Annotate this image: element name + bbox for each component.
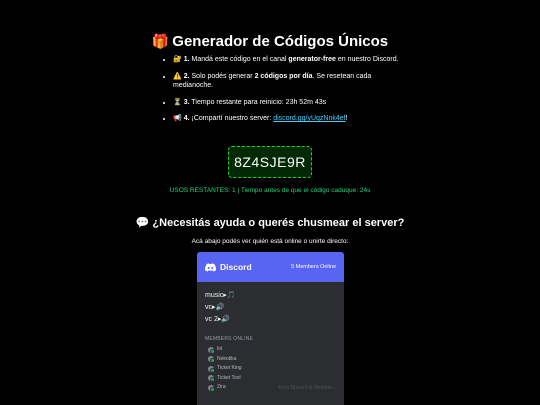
daily-limit: 2 códigos por día — [254, 72, 313, 80]
step-2: ⚠️2. Solo podés generar 2 códigos por dí… — [173, 72, 405, 91]
help-heading: 💬 ¿Necesitás ayuda o querés chusmear el … — [0, 216, 540, 229]
warning-icon: ⚠️ — [173, 72, 182, 80]
member-name: Ticket Tool — [217, 374, 241, 381]
step-3: ⏳3. Tiempo restante para reinicio: 23h 5… — [173, 98, 405, 108]
discord-widget: Discord 5 Members Online music▸🎵 vc▸🔊 vc… — [197, 252, 344, 405]
channel-item[interactable]: vc▸🔊 — [205, 302, 336, 314]
channel-item[interactable]: vc 2▸🔊 — [205, 314, 336, 326]
discord-invite-link[interactable]: discord.gg/yUqzNnk4ef — [273, 115, 345, 122]
speech-bubble-icon: 💬 — [135, 217, 150, 229]
step-1: 🔐1. Mandá este código en el canal genera… — [173, 55, 405, 65]
help-subtitle: Acá abajo podés ver quién está online o … — [191, 238, 349, 245]
discord-brand[interactable]: Discord — [205, 262, 252, 272]
member-item[interactable]: Ticket Tool — [208, 374, 344, 384]
member-name: Nekotika — [217, 355, 237, 362]
instructions-list: 🔐1. Mandá este código en el canal genera… — [164, 55, 405, 131]
avatar — [208, 384, 215, 392]
avatar — [208, 365, 215, 373]
member-item[interactable]: lol — [208, 345, 344, 355]
generated-code[interactable]: 8Z4SJE9R — [228, 146, 312, 178]
channel-name: generator-free — [288, 56, 336, 63]
members-online-label: MEMBERS ONLINE — [205, 336, 254, 342]
avatar — [208, 356, 215, 364]
step-text: Solo podés generar — [189, 72, 255, 80]
page-title: 🎁 Generador de Códigos Únicos — [0, 32, 540, 51]
discord-logo-icon — [205, 262, 216, 272]
step-text: ! — [345, 115, 348, 122]
avatar — [208, 346, 215, 354]
member-name: lol — [217, 346, 223, 352]
channel-item[interactable]: music▸🎵 — [205, 290, 336, 302]
step-4: 📢4. ¡Compartí nuestro server: discord.gg… — [173, 114, 405, 124]
megaphone-icon: 📢 — [173, 115, 182, 122]
member-name: Ticket King — [217, 365, 242, 371]
widget-header: Discord 5 Members Online — [197, 252, 344, 282]
remaining-uses-status: USOS RESTANTES: 1 | Tiempo antes de que … — [169, 187, 371, 194]
member-item[interactable]: Ticket King — [208, 364, 344, 374]
page-title-text: Generador de Códigos Únicos — [172, 33, 389, 50]
step-text: Tiempo restante para reinicio: — [189, 98, 286, 106]
step-text: Mandá este código en el canal — [189, 56, 289, 63]
step-text: en nuestro Discord. — [335, 56, 399, 63]
widget-footer: Hora Discord & Member... — [278, 385, 336, 391]
reset-countdown: 23h 52m 43s — [285, 98, 327, 106]
lock-icon: 🔐 — [173, 56, 182, 63]
avatar — [208, 375, 215, 383]
step-text: ¡Compartí nuestro server: — [189, 115, 274, 122]
hourglass-icon: ⏳ — [173, 98, 182, 106]
discord-brand-label: Discord — [220, 262, 252, 272]
members-online-count: 5 Members Online — [291, 264, 336, 270]
member-name: Zira — [217, 384, 226, 390]
gift-icon: 🎁 — [151, 33, 170, 49]
help-heading-text: ¿Necesitás ayuda o querés chusmear el se… — [152, 217, 405, 229]
member-item[interactable]: Nekotika — [208, 355, 344, 365]
voice-channel-list: music▸🎵 vc▸🔊 vc 2▸🔊 — [197, 282, 344, 326]
